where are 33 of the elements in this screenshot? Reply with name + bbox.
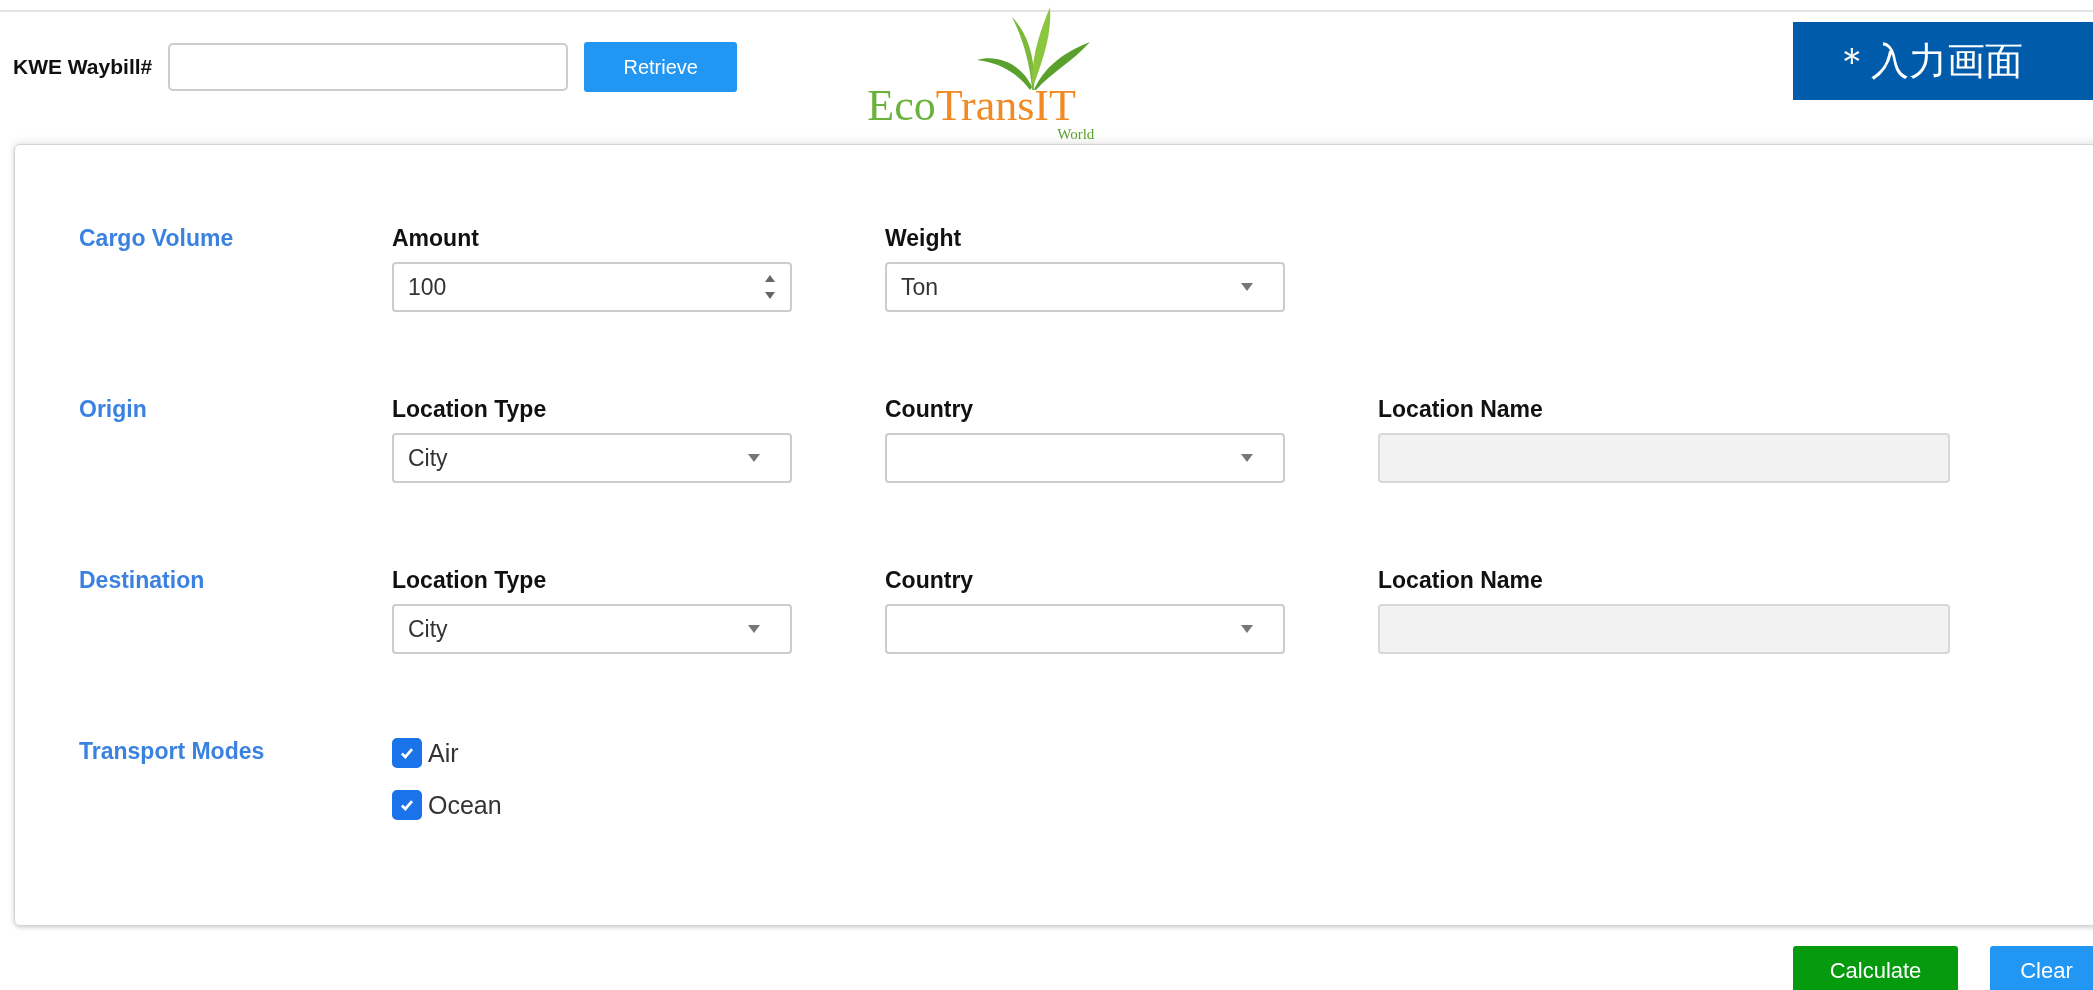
number-input[interactable]: 100 bbox=[392, 262, 792, 312]
checkbox[interactable] bbox=[392, 790, 422, 820]
select-dropdown[interactable]: City bbox=[392, 433, 792, 483]
section-title: Origin bbox=[79, 396, 148, 424]
field-label: Country bbox=[885, 396, 975, 423]
calculate-button[interactable]: Calculate bbox=[1793, 946, 1958, 990]
field-label: Location Type bbox=[392, 396, 548, 423]
checkbox-label: Air bbox=[428, 738, 459, 768]
section-title: Transport Modes bbox=[79, 738, 266, 766]
field-label: Amount bbox=[392, 225, 480, 252]
screen-label: ＊入力画面 bbox=[1793, 22, 2093, 100]
field-label: Location Name bbox=[1378, 567, 1544, 594]
checkbox[interactable] bbox=[392, 738, 422, 768]
select-dropdown[interactable] bbox=[885, 433, 1285, 483]
field-label: Location Type bbox=[392, 567, 548, 594]
waybill-input[interactable] bbox=[168, 43, 569, 91]
select-dropdown[interactable]: Ton bbox=[885, 262, 1285, 312]
field-label: Country bbox=[885, 567, 975, 594]
caret-icon bbox=[1241, 625, 1253, 633]
field-label: Weight bbox=[885, 225, 963, 252]
logo-text: EcoTransIT bbox=[867, 84, 1076, 128]
section-title: Destination bbox=[79, 567, 206, 595]
field-label: Location Name bbox=[1378, 396, 1544, 423]
logo-subtitle: World bbox=[1057, 126, 1095, 143]
caret-icon bbox=[748, 625, 760, 633]
select-dropdown[interactable]: City bbox=[392, 604, 792, 654]
checkbox-label: Ocean bbox=[428, 790, 502, 820]
section-title: Cargo Volume bbox=[79, 225, 235, 253]
waybill-label: KWE Waybill# bbox=[13, 55, 153, 79]
caret-icon bbox=[748, 454, 760, 462]
caret-icon bbox=[1241, 283, 1253, 291]
select-dropdown[interactable] bbox=[885, 604, 1285, 654]
caret-icon bbox=[1241, 454, 1253, 462]
